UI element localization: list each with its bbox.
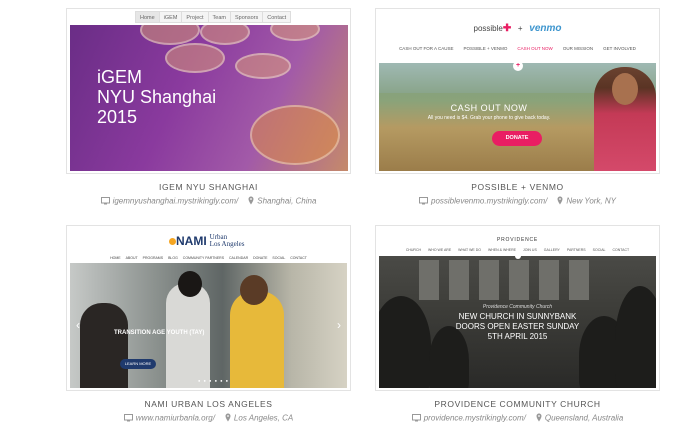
preview-nav-item: Home — [136, 12, 160, 22]
preview-nav-item: COMMUNITY PARTNERS — [182, 256, 225, 260]
preview-nav: CHURCH WHO WE ARE WHAT WE DO WHEN & WHER… — [376, 248, 659, 252]
preview-logos: possible✚ + venmo — [376, 23, 659, 34]
card-title[interactable]: PROVIDENCE COMMUNITY CHURCH — [375, 399, 660, 409]
preview-nav-item: SOCIAL — [272, 256, 286, 260]
site-url[interactable]: igemnyushanghai.mystrikingly.com/ — [113, 197, 239, 206]
preview-donate-button: DONATE — [492, 131, 542, 146]
slider-notch-icon — [515, 256, 521, 259]
preview-hero-subtitle: All you need is $4. Grab your phone to g… — [427, 115, 551, 121]
preview-nav-item: ABOUT — [125, 256, 138, 260]
showcase-card-igem[interactable]: Home iGEM Project Team Sponsors Contact … — [66, 8, 351, 208]
map-pin-icon — [557, 196, 563, 207]
monitor-icon — [123, 413, 133, 424]
showcase-card-possible-venmo[interactable]: possible✚ + venmo CASH OUT FOR A CAUSE P… — [375, 8, 660, 208]
card-meta: providence.mystrikingly.com/ Queensland,… — [375, 413, 660, 424]
preview-nav-item: iGEM — [160, 12, 183, 22]
providence-logo: PROVIDENCE — [496, 237, 539, 243]
preview-nav-item: CALENDAR — [229, 256, 249, 260]
preview-hero-line: iGEM — [97, 67, 142, 87]
showcase-card-nami[interactable]: NAMI Urban Los Angeles HOME ABOUT PROGRA… — [66, 225, 351, 425]
preview-nav-item: CONTACT — [290, 256, 307, 260]
preview-nav-item: Sponsors — [231, 12, 264, 22]
preview-nav-item: GALLERY — [543, 248, 560, 252]
preview-nav-item: WHEN & WHERE — [487, 248, 516, 252]
preview-hero-image: Providence Community Church NEW CHURCH I… — [379, 256, 656, 388]
preview-hero-title: CASH OUT NOW — [450, 103, 528, 113]
site-thumbnail[interactable]: PROVIDENCE CHURCH WHO WE ARE WHAT WE DO … — [375, 225, 660, 391]
site-thumbnail[interactable]: NAMI Urban Los Angeles HOME ABOUT PROGRA… — [66, 225, 351, 391]
preview-nav-item: CASH OUT FOR A CAUSE — [399, 46, 454, 51]
monitor-icon — [100, 196, 110, 207]
possible-plus-logo: ✚ — [502, 23, 512, 34]
card-meta: possiblevenmo.mystrikingly.com/ New York… — [375, 196, 660, 207]
map-pin-icon — [225, 413, 231, 424]
preview-nav-item: GET INVOLVED — [603, 46, 636, 51]
site-location: New York, NY — [566, 196, 616, 206]
sun-icon — [169, 238, 176, 246]
card-meta: www.namiurbanla.org/ Los Angeles, CA — [66, 413, 351, 424]
card-title[interactable]: NAMI URBAN LOS ANGELES — [66, 399, 351, 409]
preview-nav: HOME ABOUT PROGRAMS BLOG COMMUNITY PARTN… — [67, 256, 350, 260]
preview-nav-item: WHO WE ARE — [428, 248, 452, 252]
preview-nav-item: POSSIBLE + VENMO — [463, 46, 508, 51]
preview-nav-item: Contact — [267, 15, 287, 21]
preview-nav-item: WHAT WE DO — [458, 248, 481, 252]
site-thumbnail[interactable]: Home iGEM Project Team Sponsors Contact … — [66, 8, 351, 174]
preview-nav-item: OUR MISSION — [562, 46, 594, 51]
site-thumbnail[interactable]: possible✚ + venmo CASH OUT FOR A CAUSE P… — [375, 8, 660, 174]
preview-nav-item: CONTACT — [612, 248, 630, 252]
preview-nav: Home iGEM Project Team Sponsors Contact — [135, 11, 292, 23]
preview-hero-line: 5TH APRIL 2015 — [487, 332, 548, 341]
preview-hero-line: DOORS OPEN EASTER SUNDAY — [455, 322, 580, 331]
site-location: Shanghai, China — [257, 196, 317, 206]
preview-nav-item: JOIN US — [522, 248, 537, 252]
map-pin-icon — [536, 413, 542, 424]
preview-hero-image: + CASH OUT NOW All you need is $4. Grab … — [379, 63, 656, 171]
monitor-icon — [411, 413, 421, 424]
monitor-icon — [419, 196, 428, 207]
showcase-card-providence[interactable]: PROVIDENCE CHURCH WHO WE ARE WHAT WE DO … — [375, 225, 660, 425]
possible-logo: possible — [473, 24, 503, 33]
site-url[interactable]: providence.mystrikingly.com/ — [424, 414, 526, 423]
site-url[interactable]: www.namiurbanla.org/ — [136, 414, 215, 423]
site-location: Queensland, Australia — [544, 413, 624, 423]
preview-learn-more-button: LEARN MORE — [120, 359, 156, 369]
preview-nav-item: PARTNERS — [566, 248, 586, 252]
preview-nav-item: DONATE — [253, 256, 268, 260]
preview-hero-title: TRANSITION AGE YOUTH (TAY) — [114, 330, 205, 336]
slider-dots: ● ● ● ● ● ● — [198, 378, 230, 383]
preview-nav-item: CHURCH — [405, 248, 422, 252]
preview-hero-line: NYU Shanghai — [97, 87, 217, 107]
preview-nav-item: HOME — [110, 256, 121, 260]
site-url[interactable]: possiblevenmo.mystrikingly.com/ — [431, 197, 547, 206]
preview-hero-image: ‹ › TRANSITION AGE YOUTH (TAY) LEARN MOR… — [70, 263, 347, 388]
preview-nav-item: Project — [182, 12, 209, 22]
chevron-right-icon: › — [337, 318, 341, 332]
site-location: Los Angeles, CA — [233, 413, 294, 423]
card-meta: igemnyushanghai.mystrikingly.com/ Shangh… — [66, 196, 351, 207]
map-pin-icon — [248, 196, 254, 207]
preview-nav-item: SOCIAL — [592, 248, 606, 252]
nami-logo: NAMI Urban Los Angeles — [169, 234, 244, 248]
preview-nav-item: CASH OUT NOW — [517, 46, 553, 51]
card-title[interactable]: POSSIBLE + VENMO — [375, 182, 660, 192]
preview-nav-item: Team — [209, 12, 231, 22]
preview-hero-image: iGEM NYU Shanghai 2015 — [70, 25, 348, 171]
preview-hero-small: Providence Community Church — [482, 304, 553, 310]
venmo-logo: venmo — [529, 23, 562, 34]
preview-hero-line: 2015 — [97, 107, 138, 127]
preview-nav: CASH OUT FOR A CAUSE POSSIBLE + VENMO CA… — [376, 46, 659, 51]
nami-logo-text: Los Angeles — [209, 240, 245, 248]
chevron-left-icon: ‹ — [76, 318, 80, 332]
preview-hero-line: NEW CHURCH IN SUNNYBANK — [458, 312, 577, 321]
card-title[interactable]: IGEM NYU SHANGHAI — [66, 182, 351, 192]
nami-logo-mark: NAMI — [176, 234, 207, 248]
preview-nav-item: BLOG — [168, 256, 178, 260]
preview-nav-item: PROGRAMS — [142, 256, 164, 260]
logo-plus: + — [517, 24, 523, 33]
